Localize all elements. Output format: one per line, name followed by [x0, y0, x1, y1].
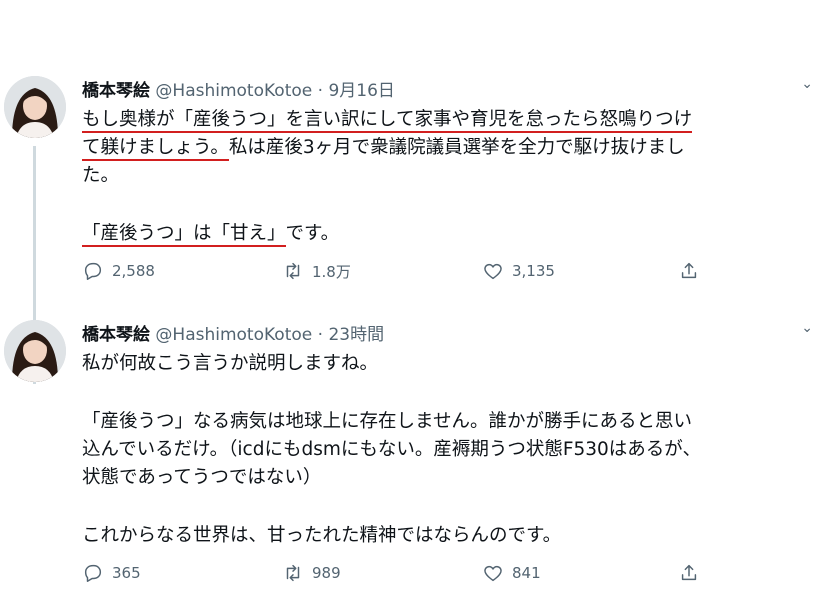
user-handle[interactable]: @HashimotoKotoe — [155, 81, 312, 101]
retweet-count: 989 — [312, 564, 341, 582]
more-icon[interactable]: ⌄ — [801, 76, 813, 92]
share-icon — [681, 564, 697, 581]
tweet-line: 「産後うつ」は「甘え」です。 — [82, 220, 817, 248]
timestamp[interactable]: 23時間 — [328, 325, 384, 345]
user-handle[interactable]: @HashimotoKotoe — [155, 325, 312, 345]
text-span: です。 — [285, 223, 340, 244]
share-button[interactable] — [678, 260, 708, 282]
underlined-text: て躾けましょう。 — [82, 137, 229, 161]
underlined-text: 「産後うつ」は「甘え」 — [82, 223, 286, 247]
reply-button[interactable]: 365 — [82, 562, 141, 584]
reply-count: 2,588 — [112, 262, 155, 280]
avatar-image — [4, 320, 66, 382]
reply-count: 365 — [112, 564, 141, 582]
retweet-count: 1.8万 — [312, 262, 351, 281]
like-count: 3,135 — [512, 262, 555, 280]
tweet-header: 橋本琴絵 @HashimotoKotoe · 9月16日 — [82, 76, 395, 101]
tweet-line: 「産後うつ」なる病気は地球上に存在しません。誰かが勝手にあると思い — [82, 411, 692, 432]
retweet-button[interactable]: 1.8万 — [282, 260, 351, 282]
reply-icon — [84, 262, 102, 280]
like-button[interactable]: 3,135 — [482, 260, 555, 282]
tweet-text: 私が何故こう言うか説明しますね。 「産後うつ」なる病気は地球上に存在しません。誰… — [82, 350, 817, 550]
avatar-image — [4, 76, 66, 138]
tweet-actions: 365 989 841 — [82, 562, 712, 588]
avatar[interactable] — [4, 76, 66, 138]
tweet-line: もし奥様が「産後うつ」を言い訳にして家事や育児を怠ったら怒鳴りつけ — [82, 106, 817, 134]
tweet-line: た。 — [82, 165, 120, 186]
timestamp[interactable]: 9月16日 — [328, 81, 394, 101]
display-name[interactable]: 橋本琴絵 — [82, 81, 150, 101]
text-span: 私は産後3ヶ月で衆議院議員選挙を全力で駆け抜けまし — [228, 137, 685, 158]
like-button[interactable]: 841 — [482, 562, 541, 584]
like-icon — [484, 263, 502, 280]
retweet-icon — [286, 262, 300, 280]
like-count: 841 — [512, 564, 541, 582]
reply-icon — [84, 564, 102, 582]
retweet-button[interactable]: 989 — [282, 562, 341, 584]
tweet-line: 込んでいるだけ。（icdにもdsmにもない。産褥期うつ状態F530はあるが、 — [82, 439, 701, 460]
tweet-line: 私が何故こう言うか説明しますね。 — [82, 353, 379, 374]
separator-dot: · — [317, 325, 324, 345]
share-icon — [681, 262, 697, 279]
tweet-actions: 2,588 1.8万 3,135 — [82, 260, 712, 286]
share-button[interactable] — [678, 562, 708, 584]
tweet-line: て躾けましょう。私は産後3ヶ月で衆議院議員選挙を全力で駆け抜けまし — [82, 134, 817, 162]
retweet-icon — [286, 564, 300, 582]
tweet-line: これからなる世界は、甘ったれた精神ではならんのです。 — [82, 525, 562, 546]
reply-button[interactable]: 2,588 — [82, 260, 155, 282]
display-name[interactable]: 橋本琴絵 — [82, 325, 150, 345]
more-icon[interactable]: ⌄ — [801, 320, 813, 336]
underlined-text: もし奥様が「産後うつ」を言い訳にして家事や育児を怠ったら怒鳴りつけ — [82, 109, 693, 133]
tweet-line: 状態であってうつではない） — [82, 467, 322, 488]
like-icon — [484, 565, 502, 582]
tweet[interactable]: 橋本琴絵 @HashimotoKotoe · 9月16日 ⌄ もし奥様が「産後う… — [0, 72, 817, 384]
tweet-header: 橋本琴絵 @HashimotoKotoe · 23時間 — [82, 320, 384, 345]
tweet[interactable]: 橋本琴絵 @HashimotoKotoe · 23時間 ⌄ 私が何故こう言うか説… — [0, 316, 817, 593]
separator-dot: · — [317, 81, 324, 101]
avatar[interactable] — [4, 320, 66, 382]
tweet-text: もし奥様が「産後うつ」を言い訳にして家事や育児を怠ったら怒鳴りつけ て躾けましょ… — [82, 106, 817, 248]
